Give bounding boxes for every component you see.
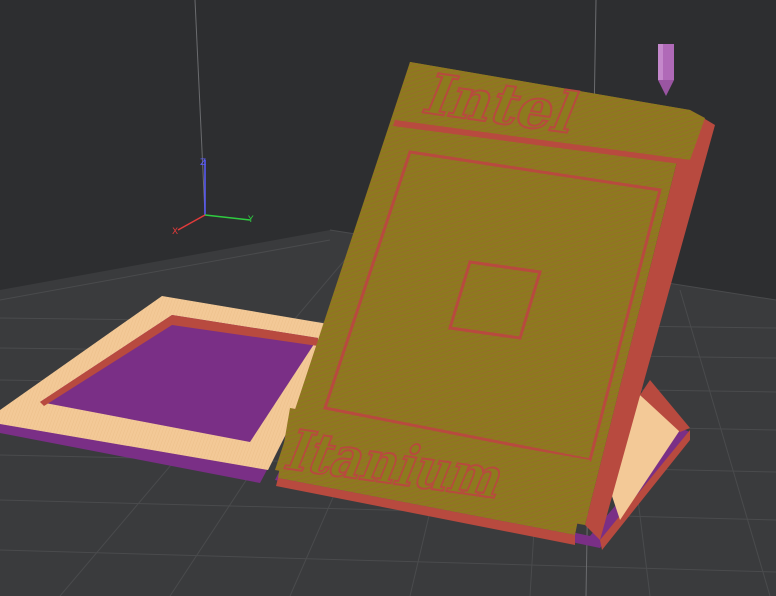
y-axis-label: Y xyxy=(247,215,254,225)
z-axis-label: Z xyxy=(200,158,206,168)
x-axis-label: X xyxy=(172,227,178,237)
3d-viewport[interactable]: Z Y X Intel Itanium xyxy=(0,0,776,596)
scene-canvas[interactable]: Z Y X Intel Itanium xyxy=(0,0,776,596)
